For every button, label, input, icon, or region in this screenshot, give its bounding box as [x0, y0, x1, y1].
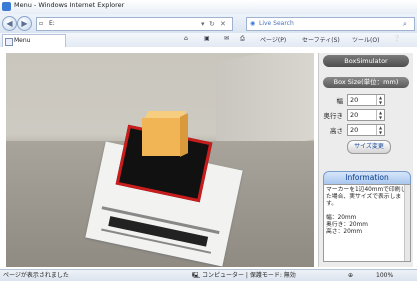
- tab-menu[interactable]: Menu: [2, 34, 66, 47]
- page-content: BoxSimulator Box Size(単位：mm) 幅 20 ▲ ▼ 奥行き…: [0, 47, 417, 269]
- zoom-level[interactable]: 100%: [376, 270, 393, 281]
- tab-favicon-icon: [5, 38, 13, 46]
- ie-logo-icon: [2, 2, 11, 11]
- resize-button[interactable]: サイズ変更: [347, 140, 391, 154]
- forward-arrow-icon: ▶: [21, 19, 28, 28]
- width-stepper[interactable]: 20 ▲ ▼: [347, 94, 385, 106]
- menu-safety[interactable]: セーフティ(S): [302, 35, 340, 44]
- page-icon: ▫: [39, 20, 44, 27]
- menu-page[interactable]: ページ(P): [260, 35, 286, 44]
- window-title: Menu - Windows Internet Explorer: [14, 1, 125, 9]
- command-bar: Menu ⌂ ▣ ✉ ⎙ ページ(P) セーフティ(S) ツール(O) ❔: [0, 33, 417, 48]
- depth-label: 奥行き: [323, 112, 344, 120]
- simulator-panel: BoxSimulator Box Size(単位：mm) 幅 20 ▲ ▼ 奥行き…: [318, 53, 413, 267]
- app-title: BoxSimulator: [323, 55, 409, 67]
- status-text: ページが表示されました: [3, 272, 69, 279]
- search-icon[interactable]: ⌕: [403, 18, 407, 30]
- stepper-arrows-icon[interactable]: ▲ ▼: [376, 110, 384, 120]
- live-search-icon: ◉: [250, 20, 256, 27]
- virtual-box-side: [180, 113, 188, 157]
- height-stepper[interactable]: 20 ▲ ▼: [347, 124, 385, 136]
- depth-value: 20: [350, 111, 359, 119]
- home-icon[interactable]: ⌂: [184, 35, 188, 42]
- print-icon[interactable]: ⎙: [240, 35, 245, 43]
- width-value: 20: [350, 96, 359, 104]
- dropdown-icon[interactable]: ▾: [201, 18, 205, 30]
- scrollbar[interactable]: [404, 185, 410, 261]
- ar-camera-view: [6, 53, 314, 267]
- search-input[interactable]: ◉ Live Search ⌕: [246, 17, 415, 31]
- navigation-bar: ◀ ▶ ▫ E: ▾ ↻ ✕ ◉ Live Search ⌕: [0, 14, 417, 33]
- information-header: Information: [323, 171, 411, 185]
- stop-icon[interactable]: ✕: [220, 18, 226, 30]
- back-arrow-icon: ◀: [6, 19, 13, 28]
- height-value: 20: [350, 126, 359, 134]
- menu-tools[interactable]: ツール(O): [352, 35, 379, 44]
- computer-icon: 🖳: [192, 272, 201, 279]
- virtual-box: [142, 118, 180, 156]
- help-icon[interactable]: ❔: [393, 35, 400, 42]
- zoom-icon[interactable]: ⊕: [348, 270, 353, 281]
- address-bar[interactable]: ▫ E: ▾ ↻ ✕: [36, 17, 233, 31]
- tab-label: Menu: [14, 37, 31, 44]
- refresh-icon[interactable]: ↻: [209, 18, 215, 30]
- feeds-icon[interactable]: ▣: [204, 35, 210, 42]
- information-textarea[interactable]: マーカーを1辺40mmで印刷した場合、実サイズで表示します。 幅：20mm 奥行…: [323, 184, 411, 262]
- address-value: E:: [49, 20, 55, 27]
- stepper-arrows-icon[interactable]: ▲ ▼: [376, 125, 384, 135]
- depth-stepper[interactable]: 20 ▲ ▼: [347, 109, 385, 121]
- height-label: 高さ: [330, 127, 343, 135]
- box-size-header: Box Size(単位：mm): [323, 77, 409, 88]
- stepper-arrows-icon[interactable]: ▲ ▼: [376, 95, 384, 105]
- search-placeholder: Live Search: [259, 20, 294, 27]
- back-button[interactable]: ◀: [2, 16, 17, 31]
- status-bar: ページが表示されました 🖳 コンピューター | 保護モード: 無効 ⊕ 100%: [0, 269, 417, 281]
- title-bar: Menu - Windows Internet Explorer: [0, 0, 417, 14]
- forward-button[interactable]: ▶: [17, 16, 32, 31]
- width-label: 幅: [336, 97, 344, 105]
- information-text: マーカーを1辺40mmで印刷した場合、実サイズで表示します。 幅：20mm 奥行…: [326, 187, 407, 235]
- zone-text: コンピューター | 保護モード: 無効: [202, 272, 296, 279]
- mail-icon[interactable]: ✉: [224, 35, 229, 42]
